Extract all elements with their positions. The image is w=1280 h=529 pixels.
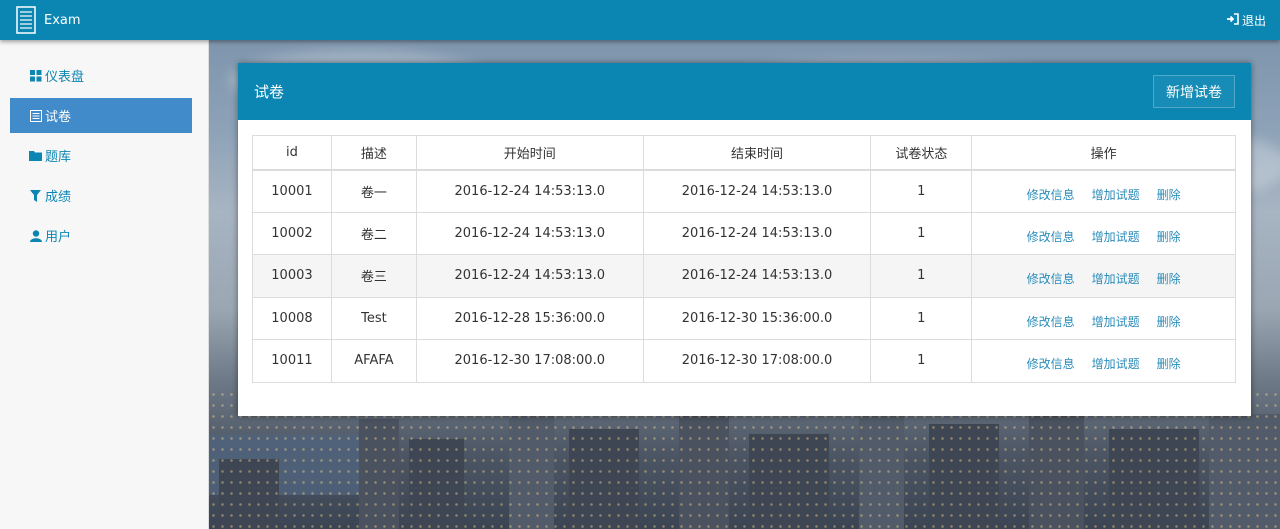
notebook-logo-icon (16, 6, 36, 34)
sidebar-item-scores[interactable]: 成绩 (10, 178, 192, 213)
edit-info-link[interactable]: 修改信息 (1027, 313, 1075, 330)
delete-link[interactable]: 删除 (1157, 270, 1181, 287)
edit-info-link[interactable]: 修改信息 (1027, 228, 1075, 245)
filter-icon (29, 189, 42, 202)
cell-status: 1 (870, 169, 973, 213)
cell-actions: 修改信息 增加试题 删除 (971, 169, 1236, 213)
user-icon (29, 229, 42, 242)
cell-description: 卷一 (330, 169, 417, 213)
cell-start-time: 2016-12-28 15:36:00.0 (415, 296, 644, 340)
add-questions-link[interactable]: 增加试题 (1092, 355, 1140, 372)
cell-end-time: 2016-12-24 14:53:13.0 (642, 169, 872, 213)
cell-id: 10011 (252, 339, 332, 383)
cell-actions: 修改信息 增加试题 删除 (971, 339, 1236, 383)
add-questions-link[interactable]: 增加试题 (1092, 228, 1140, 245)
cell-start-time: 2016-12-24 14:53:13.0 (415, 211, 644, 255)
cell-end-time: 2016-12-30 15:36:00.0 (642, 296, 872, 340)
cell-description: Test (330, 296, 417, 340)
add-questions-link[interactable]: 增加试题 (1092, 270, 1140, 287)
panel-header: 试卷 新增试卷 (238, 63, 1251, 120)
add-questions-link[interactable]: 增加试题 (1092, 186, 1140, 203)
cell-start-time: 2016-12-24 14:53:13.0 (415, 254, 644, 298)
cell-id: 10008 (252, 296, 332, 340)
cell-end-time: 2016-12-24 14:53:13.0 (642, 211, 872, 255)
column-header-description: 描述 (330, 135, 417, 171)
column-header-start-time: 开始时间 (415, 135, 644, 171)
sidebar-item-label: 成绩 (45, 190, 72, 205)
top-navbar: Exam 退出 (0, 0, 1280, 40)
delete-link[interactable]: 删除 (1157, 355, 1181, 372)
sidebar-item-label: 题库 (45, 150, 72, 165)
papers-panel: 试卷 新增试卷 id 描述 开始时间 结束时间 试卷状态 操作 10001 卷一… (238, 63, 1251, 416)
papers-table: id 描述 开始时间 结束时间 试卷状态 操作 10001 卷一 2016-12… (252, 135, 1236, 383)
sidebar-item-papers[interactable]: 试卷 (10, 98, 192, 133)
sidebar: 仪表盘 试卷 题库 成绩 用户 (0, 40, 209, 529)
cell-id: 10002 (252, 211, 332, 255)
cell-status: 1 (870, 339, 973, 383)
dashboard-icon (29, 69, 42, 82)
column-header-end-time: 结束时间 (642, 135, 872, 171)
panel-title: 试卷 (254, 83, 285, 101)
cell-actions: 修改信息 增加试题 删除 (971, 296, 1236, 340)
sidebar-item-question-bank[interactable]: 题库 (10, 138, 192, 173)
cell-actions: 修改信息 增加试题 删除 (971, 254, 1236, 298)
brand[interactable]: Exam (16, 6, 81, 34)
cell-end-time: 2016-12-30 17:08:00.0 (642, 339, 872, 383)
table-row: 10001 卷一 2016-12-24 14:53:13.0 2016-12-2… (252, 169, 1236, 213)
cell-actions: 修改信息 增加试题 删除 (971, 211, 1236, 255)
sidebar-item-label: 用户 (45, 230, 72, 245)
logout-label: 退出 (1241, 13, 1266, 28)
table-row: 10011 AFAFA 2016-12-30 17:08:00.0 2016-1… (252, 339, 1236, 383)
cell-status: 1 (870, 296, 973, 340)
edit-info-link[interactable]: 修改信息 (1027, 270, 1075, 287)
app-name: Exam (44, 12, 81, 28)
table-row: 10002 卷二 2016-12-24 14:53:13.0 2016-12-2… (252, 211, 1236, 255)
sidebar-item-label: 试卷 (45, 110, 72, 125)
document-icon (29, 109, 42, 122)
edit-info-link[interactable]: 修改信息 (1027, 186, 1075, 203)
column-header-status: 试卷状态 (870, 135, 973, 171)
add-paper-button[interactable]: 新增试卷 (1153, 75, 1235, 108)
delete-link[interactable]: 删除 (1157, 228, 1181, 245)
sign-out-icon (1226, 12, 1242, 28)
cell-end-time: 2016-12-24 14:53:13.0 (642, 254, 872, 298)
column-header-id: id (252, 135, 332, 171)
sidebar-item-label: 仪表盘 (45, 70, 85, 85)
cell-status: 1 (870, 254, 973, 298)
cell-id: 10003 (252, 254, 332, 298)
column-header-actions: 操作 (971, 135, 1236, 171)
cell-status: 1 (870, 211, 973, 255)
folder-icon (29, 149, 42, 162)
sidebar-item-users[interactable]: 用户 (10, 218, 192, 253)
add-questions-link[interactable]: 增加试题 (1092, 313, 1140, 330)
delete-link[interactable]: 删除 (1157, 313, 1181, 330)
edit-info-link[interactable]: 修改信息 (1027, 355, 1075, 372)
cell-start-time: 2016-12-30 17:08:00.0 (415, 339, 644, 383)
logout-button[interactable]: 退出 (1226, 0, 1266, 40)
sidebar-item-dashboard[interactable]: 仪表盘 (10, 58, 192, 93)
table-row: 10008 Test 2016-12-28 15:36:00.0 2016-12… (252, 296, 1236, 340)
cell-description: 卷三 (330, 254, 417, 298)
delete-link[interactable]: 删除 (1157, 186, 1181, 203)
table-header-row: id 描述 开始时间 结束时间 试卷状态 操作 (252, 135, 1236, 171)
table-row: 10003 卷三 2016-12-24 14:53:13.0 2016-12-2… (252, 254, 1236, 298)
cell-description: 卷二 (330, 211, 417, 255)
cell-id: 10001 (252, 169, 332, 213)
cell-start-time: 2016-12-24 14:53:13.0 (415, 169, 644, 213)
cell-description: AFAFA (330, 339, 417, 383)
